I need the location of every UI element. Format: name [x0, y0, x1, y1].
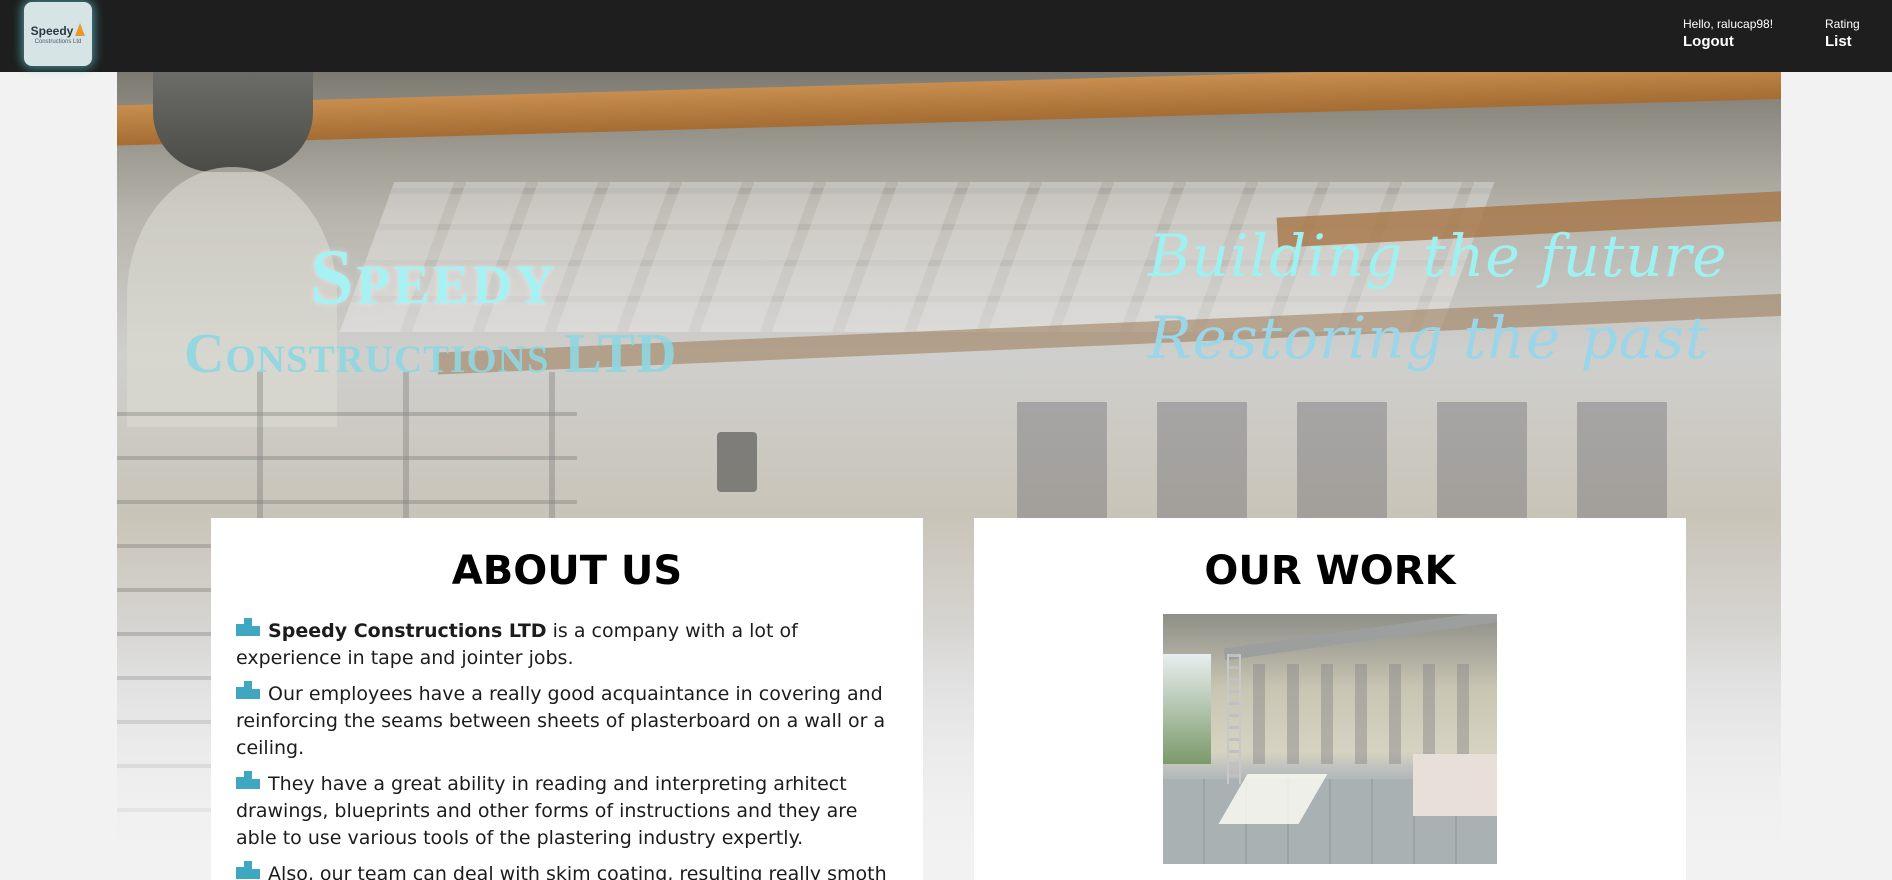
about-us-card: ABOUT US Speedy Constructions LTD is a c…	[211, 518, 923, 880]
list-label: List	[1825, 33, 1852, 50]
about-us-title: ABOUT US	[451, 548, 683, 594]
hero-tagline-2: Restoring the past	[1148, 304, 1710, 372]
building-icon	[236, 861, 260, 879]
rating-label: Rating	[1825, 17, 1860, 31]
company-name: Speedy Constructions LTD	[268, 620, 547, 642]
about-text: Our employees have a really good acquain…	[236, 683, 886, 759]
building-icon	[236, 618, 260, 636]
about-paragraph: Speedy Constructions LTD is a company wi…	[236, 618, 897, 672]
hero-brand-name: Speedy	[310, 233, 558, 320]
hero-tagline-1: Building the future	[1148, 222, 1728, 290]
about-paragraph: Also, our team can deal with skim coatin…	[236, 861, 897, 880]
work-photo[interactable]	[1163, 614, 1497, 864]
our-work-title: OUR WORK	[1204, 548, 1456, 594]
top-navbar: Speedy Constructions Ltd Hello, ralucap9…	[0, 0, 1892, 72]
building-icon	[236, 771, 260, 789]
logo-subtext: Constructions Ltd	[34, 38, 82, 45]
greeting-text: Hello, ralucap98!	[1683, 17, 1774, 31]
cone-icon	[75, 22, 86, 36]
about-paragraph: They have a great ability in reading and…	[236, 771, 897, 852]
rating-list-link[interactable]: Rating List	[1825, 16, 1860, 52]
hero-brand-subtitle: Constructions LTD	[184, 323, 678, 385]
about-text: Also, our team can deal with skim coatin…	[268, 863, 887, 880]
user-menu: Hello, ralucap98! Logout	[1683, 16, 1773, 52]
about-text: They have a great ability in reading and…	[236, 773, 858, 849]
logout-link[interactable]: Logout	[1683, 32, 1773, 52]
our-work-card: OUR WORK	[974, 518, 1686, 880]
site-logo[interactable]: Speedy Constructions Ltd	[24, 2, 92, 66]
about-paragraph: Our employees have a really good acquain…	[236, 681, 897, 762]
building-icon	[236, 681, 260, 699]
logo-text: Speedy	[30, 23, 74, 38]
about-us-body: Speedy Constructions LTD is a company wi…	[211, 618, 923, 880]
